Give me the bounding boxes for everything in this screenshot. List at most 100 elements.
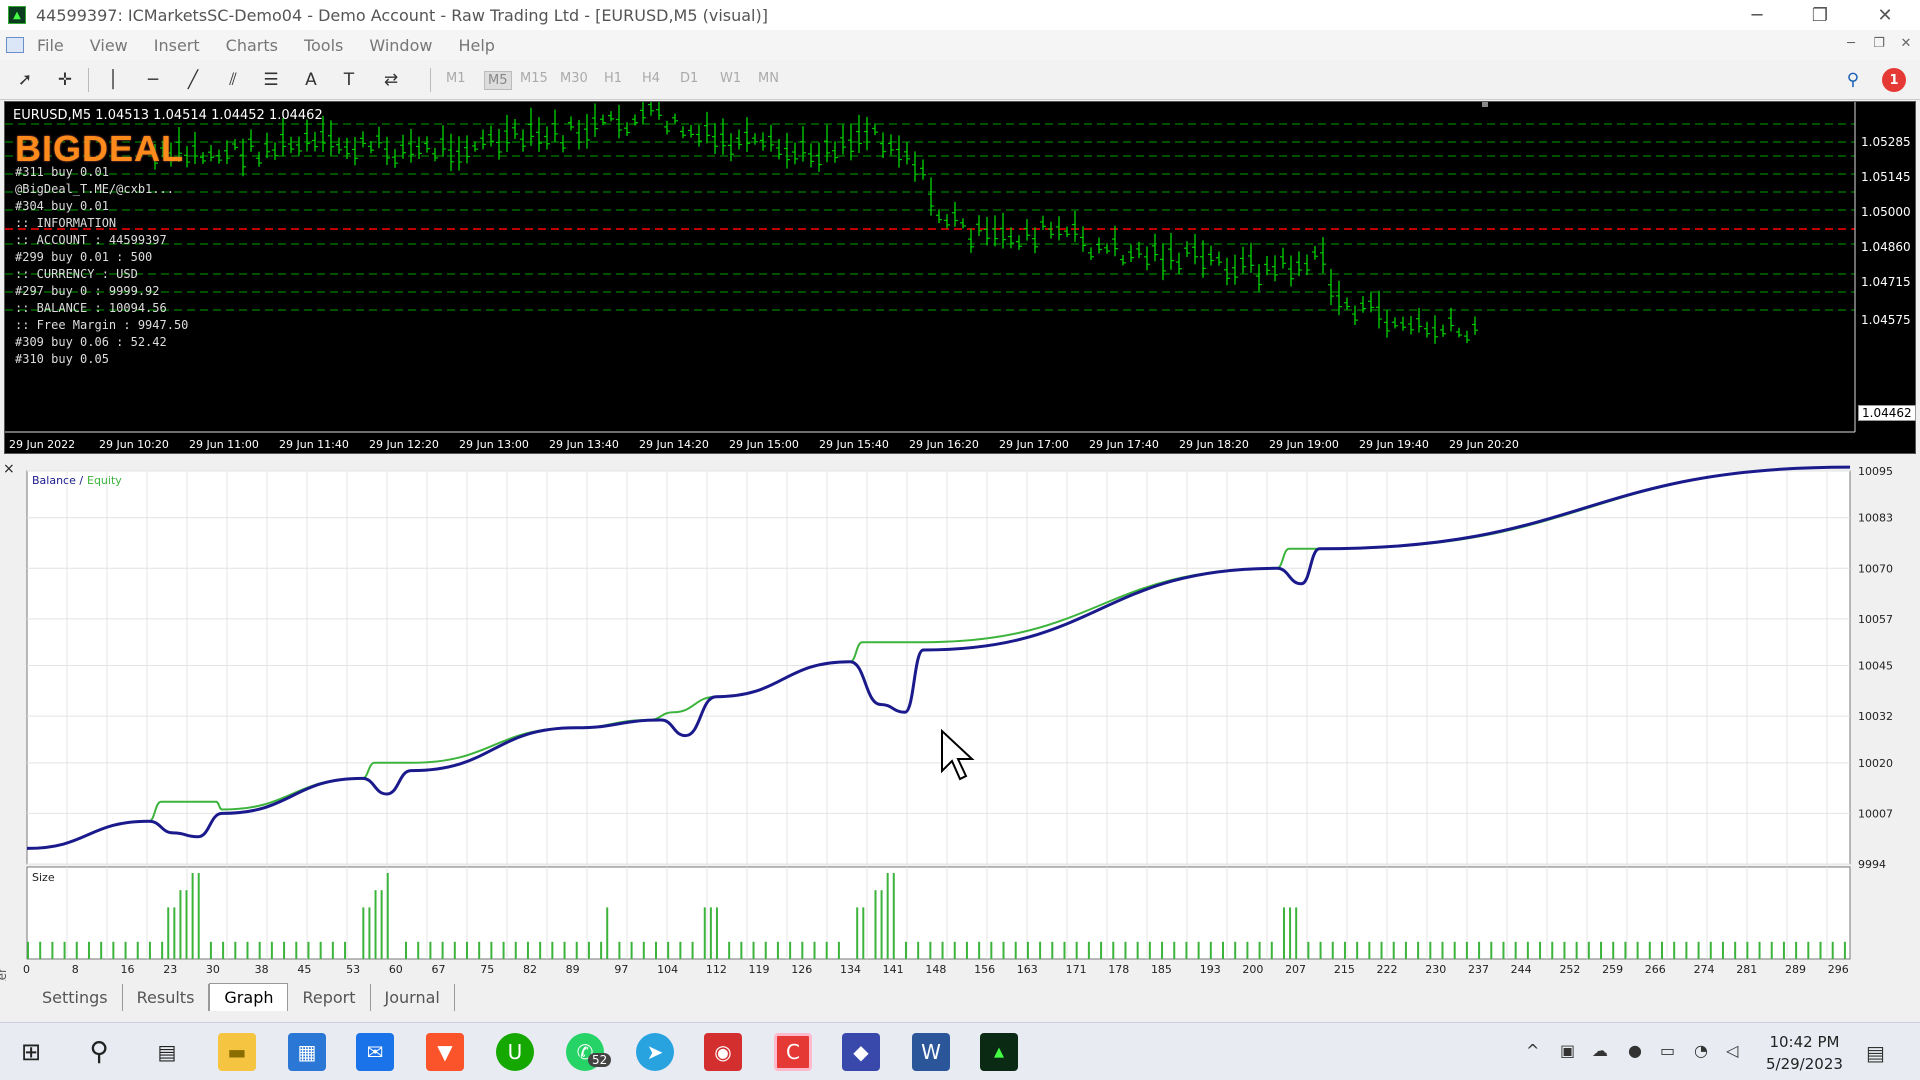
menu-charts[interactable]: Charts <box>213 36 291 55</box>
mail-icon[interactable]: ✉ <box>356 1033 394 1071</box>
tray-chevron-icon[interactable]: ^ <box>1526 1041 1539 1060</box>
mdi-minimize-icon[interactable]: ─ <box>1842 36 1860 54</box>
timeframe-m30[interactable]: M30 <box>560 71 588 86</box>
x-tick-label: 0 <box>23 963 30 976</box>
store-icon[interactable]: ▦ <box>288 1033 326 1071</box>
y-tick-label: 10032 <box>1858 710 1893 723</box>
size-bar <box>1148 941 1151 959</box>
window-title-bar: ▲ 44599397: ICMarketsSC-Demo04 - Demo Ac… <box>0 0 1920 30</box>
size-bar <box>1746 941 1749 959</box>
text-icon[interactable]: A <box>298 68 324 92</box>
fibonacci-icon[interactable]: ☰ <box>258 68 284 92</box>
chart-window-icon[interactable] <box>6 37 24 53</box>
channel-icon[interactable]: ⫽ <box>220 68 246 92</box>
time-label: 29 Jun 20:20 <box>1449 438 1519 451</box>
metatrader-icon[interactable]: ▲ <box>980 1033 1018 1071</box>
start-icon[interactable]: ⊞ <box>12 1033 50 1071</box>
menu-insert[interactable]: Insert <box>141 36 213 55</box>
telegram-icon[interactable]: ➤ <box>636 1033 674 1071</box>
size-bar <box>1197 941 1200 959</box>
size-bar <box>813 941 816 959</box>
notification-badge[interactable]: 1 <box>1882 68 1906 92</box>
y-tick-label: 9994 <box>1858 858 1886 871</box>
timeframe-mn[interactable]: MN <box>758 71 779 86</box>
timeframe-m5[interactable]: M5 <box>484 71 512 90</box>
timeframe-h4[interactable]: H4 <box>642 71 660 86</box>
menu-window[interactable]: Window <box>356 36 445 55</box>
graph-plot-area <box>26 470 1851 865</box>
meet-now-icon[interactable]: ▣ <box>1560 1041 1575 1060</box>
x-tick-label: 75 <box>480 963 494 976</box>
size-bar <box>478 941 481 959</box>
size-bar <box>526 941 529 959</box>
size-bar <box>1563 941 1566 959</box>
size-bar <box>453 941 456 959</box>
timeframe-h1[interactable]: H1 <box>604 71 622 86</box>
toolbar-separator <box>430 68 431 92</box>
menu-help[interactable]: Help <box>445 36 507 55</box>
info-line: @BigDeal_T.ME/@cxb1... <box>15 182 174 196</box>
tab-report[interactable]: Report <box>288 984 371 1011</box>
shapes-icon[interactable]: ⇄ <box>378 68 404 92</box>
crosshair-icon[interactable]: ✛ <box>52 68 78 92</box>
volume-icon[interactable]: ◁ <box>1726 1041 1738 1060</box>
upwork-icon[interactable]: U <box>496 1033 534 1071</box>
x-tick-label: 38 <box>255 963 269 976</box>
time-label: 29 Jun 11:40 <box>279 438 349 451</box>
size-bar <box>209 941 212 959</box>
tester-close-icon[interactable]: × <box>3 461 15 477</box>
tab-journal[interactable]: Journal <box>371 984 455 1011</box>
microphone-icon[interactable]: ● <box>1628 1041 1642 1060</box>
menu-tools[interactable]: Tools <box>291 36 356 55</box>
mdi-close-icon[interactable]: ✕ <box>1897 36 1915 54</box>
horizontal-line-icon[interactable]: ─ <box>140 68 166 92</box>
size-bar <box>1734 941 1737 959</box>
x-tick-label: 281 <box>1736 963 1757 976</box>
x-tick-label: 16 <box>121 963 135 976</box>
canva-icon[interactable]: C <box>774 1033 812 1071</box>
info-line: :: INFORMATION <box>15 216 117 230</box>
price-chart[interactable]: 1.05285 1.05145 1.05000 1.04860 1.04715 1.045… <box>4 101 1916 454</box>
x-tick-label: 266 <box>1645 963 1666 976</box>
size-bar <box>1709 941 1712 959</box>
timeframe-d1[interactable]: D1 <box>680 71 698 86</box>
price-label: 1.05000 <box>1861 205 1911 219</box>
close-button[interactable]: ✕ <box>1862 0 1908 30</box>
size-bar <box>295 941 298 959</box>
screen-recorder-icon[interactable]: ◉ <box>704 1033 742 1071</box>
size-bar <box>1136 941 1139 959</box>
task-view-icon[interactable]: ▤ <box>148 1033 186 1071</box>
search-icon[interactable]: ⚲ <box>80 1033 118 1071</box>
taskbar-clock[interactable]: 10:42 PM 5/29/2023 <box>1766 1031 1843 1075</box>
vertical-line-icon[interactable]: │ <box>100 68 126 92</box>
notifications-icon[interactable]: ▤ <box>1866 1041 1885 1065</box>
file-explorer-icon[interactable]: ▬ <box>218 1033 256 1071</box>
tab-settings[interactable]: Settings <box>28 984 123 1011</box>
brave-icon[interactable]: ▼ <box>426 1033 464 1071</box>
tab-results[interactable]: Results <box>123 984 210 1011</box>
search-icon[interactable]: ⚲ <box>1840 68 1866 92</box>
mdi-restore-icon[interactable]: ❐ <box>1870 36 1888 54</box>
cursor-icon[interactable]: ➚ <box>12 68 38 92</box>
time-label: 29 Jun 17:00 <box>999 438 1069 451</box>
menu-view[interactable]: View <box>77 36 141 55</box>
tab-graph[interactable]: Graph <box>209 983 289 1011</box>
word-icon[interactable]: W <box>912 1033 950 1071</box>
timeframe-m15[interactable]: M15 <box>520 71 548 86</box>
size-bar <box>837 941 840 959</box>
text-label-icon[interactable]: T <box>336 68 362 92</box>
size-bar <box>1404 941 1407 959</box>
onedrive-icon[interactable]: ☁ <box>1592 1041 1608 1060</box>
size-bar <box>1319 941 1322 959</box>
menu-file[interactable]: File <box>24 36 77 55</box>
battery-icon[interactable]: ▭ <box>1660 1041 1675 1060</box>
timeframe-m1[interactable]: M1 <box>446 71 466 86</box>
timeframe-w1[interactable]: W1 <box>720 71 741 86</box>
x-tick-label: 230 <box>1425 963 1446 976</box>
size-bar <box>191 873 194 959</box>
trendline-icon[interactable]: ╱ <box>180 68 206 92</box>
wifi-icon[interactable]: ◔ <box>1694 1041 1708 1060</box>
restore-button[interactable]: ❐ <box>1797 0 1843 30</box>
minimize-button[interactable]: ─ <box>1734 0 1780 30</box>
app-icon[interactable]: ◆ <box>842 1033 880 1071</box>
